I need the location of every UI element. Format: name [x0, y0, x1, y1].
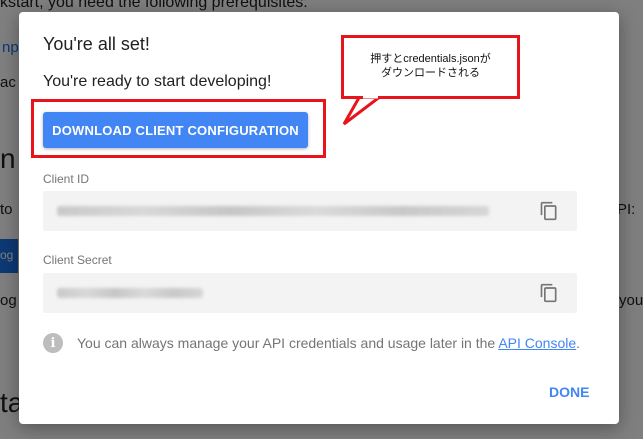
client-id-label: Client ID — [43, 172, 90, 186]
info-text-body: You can always manage your API credentia… — [77, 335, 499, 351]
annotation-callout: 押すとcredentials.jsonが ダウンロードされる — [341, 35, 520, 99]
credentials-dialog: You're all set! You're ready to start de… — [19, 12, 619, 424]
done-button[interactable]: DONE — [549, 384, 589, 400]
annotation-line-1: 押すとcredentials.jsonが — [370, 53, 491, 65]
redacted-client-id — [57, 206, 489, 216]
copy-icon[interactable] — [539, 201, 559, 221]
client-id-field — [43, 191, 577, 231]
dialog-title: You're all set! — [43, 34, 150, 54]
annotation-line-2: ダウンロードされる — [381, 67, 480, 79]
copy-icon[interactable] — [539, 283, 559, 303]
info-message: i You can always manage your API credent… — [43, 333, 580, 353]
dialog-subtitle: You're ready to start developing! — [43, 73, 272, 90]
api-console-link[interactable]: API Console — [498, 335, 576, 351]
client-secret-label: Client Secret — [43, 253, 112, 267]
info-text: You can always manage your API credentia… — [77, 335, 580, 351]
redacted-client-secret — [57, 288, 203, 298]
info-icon: i — [43, 333, 63, 353]
annotation-text: 押すとcredentials.jsonが ダウンロードされる — [344, 52, 517, 80]
client-secret-field — [43, 273, 577, 313]
info-text-suffix: . — [576, 335, 581, 351]
download-client-configuration-button[interactable]: DOWNLOAD CLIENT CONFIGURATION — [43, 112, 308, 148]
